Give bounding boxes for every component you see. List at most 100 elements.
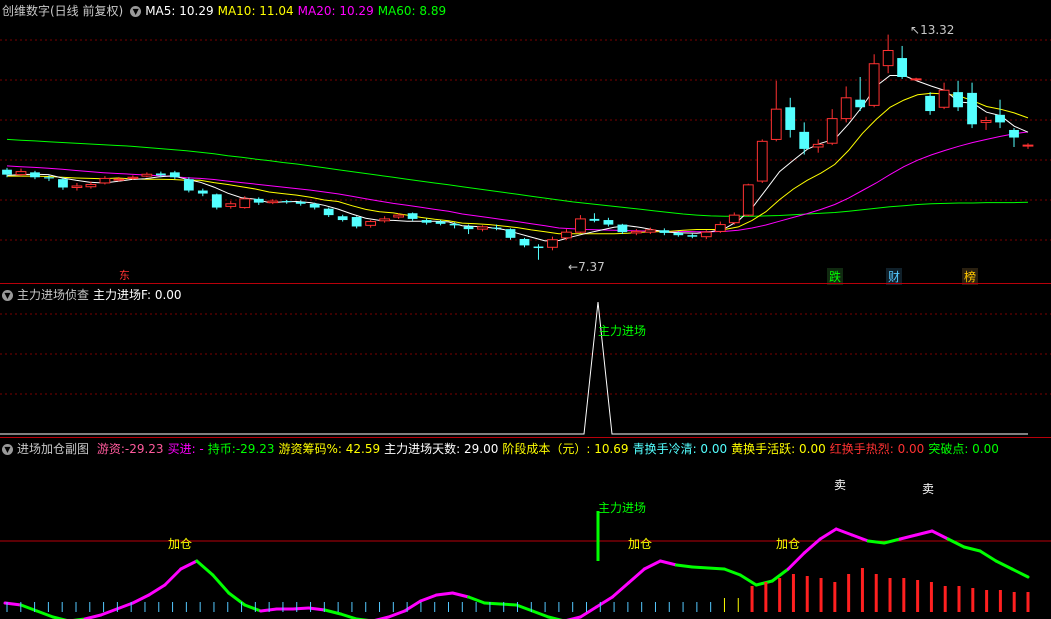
- trend-segment: [786, 551, 806, 571]
- main-kline-panel[interactable]: 创维数字(日线 前复权) ▼ MA5: 10.29 MA10: 11.04 MA20: …: [0, 0, 1051, 285]
- trend-segment: [914, 529, 934, 537]
- trend-segment: [578, 605, 598, 619]
- trend-segment: [722, 567, 742, 577]
- candle-down: [519, 238, 530, 246]
- trend-segment: [435, 591, 455, 597]
- candle-down: [169, 172, 180, 178]
- p3-value-5: 阶段成本（元）: 10.69: [502, 442, 629, 456]
- candle-down: [155, 173, 166, 176]
- trend-segment: [738, 573, 758, 587]
- trend-segment: [1010, 567, 1030, 579]
- candle-down: [351, 217, 362, 227]
- candle-down: [58, 179, 68, 188]
- event-marker-east[interactable]: 东: [119, 267, 130, 283]
- trend-segment: [690, 565, 710, 570]
- candle-up: [910, 78, 922, 81]
- candle-up: [127, 176, 139, 179]
- candle-down: [673, 232, 684, 236]
- candle-down: [855, 99, 866, 108]
- candle-down: [659, 230, 670, 233]
- ma60-line: [6, 138, 1029, 217]
- trend-segment: [147, 583, 167, 597]
- candle-down: [785, 107, 796, 130]
- trend-segment: [243, 603, 263, 613]
- signal-sell-2: 卖: [922, 482, 935, 496]
- trend-segment: [706, 566, 726, 571]
- signal-add-2: 加仓: [628, 537, 653, 551]
- p2-peak-label: 主力进场: [598, 324, 647, 338]
- add-position-chart[interactable]: [0, 438, 1051, 619]
- candle-down: [435, 221, 446, 224]
- candle-up: [561, 231, 572, 239]
- p3-value-8: 红换手热烈: 0.00: [829, 442, 925, 456]
- candle-down: [897, 58, 908, 77]
- candle-down: [253, 198, 264, 203]
- trend-segment: [818, 527, 838, 541]
- main-force-panel[interactable]: ▼ 主力进场侦查 主力进场F: 0.00 主力进场: [0, 284, 1051, 438]
- ma10-label: MA10: 11.04: [217, 4, 294, 18]
- collapse-icon[interactable]: ▼: [130, 6, 142, 17]
- candle-down: [44, 177, 54, 179]
- trend-segment: [499, 602, 518, 607]
- ma5-label: MA5: 10.29: [145, 4, 214, 18]
- kline-chart[interactable]: [0, 0, 1051, 284]
- candle-down: [211, 194, 222, 208]
- trend-segment: [610, 581, 630, 599]
- candle-down: [533, 246, 544, 249]
- trend-segment: [994, 559, 1014, 571]
- candle-up: [714, 224, 726, 232]
- p3-value-9: 突破点: 0.00: [928, 442, 999, 456]
- candle-down: [197, 190, 208, 194]
- trend-segment: [163, 567, 183, 587]
- candle-down: [799, 131, 810, 149]
- candle-down: [617, 224, 628, 233]
- trend-segment: [35, 609, 55, 619]
- candle-down: [953, 92, 963, 108]
- candle-down: [295, 201, 306, 204]
- candle-up: [1022, 144, 1034, 147]
- collapse-icon[interactable]: ▼: [2, 290, 13, 301]
- candle-up: [770, 108, 782, 140]
- trend-segment: [930, 529, 950, 541]
- p3-value-7: 黄换手活跃: 0.00: [731, 442, 826, 456]
- candle-up: [99, 177, 111, 184]
- candle-down: [1009, 129, 1019, 138]
- p3-indicator-name: 进场加仓副图: [17, 442, 90, 456]
- candle-up: [630, 230, 642, 234]
- candle-down: [505, 229, 516, 238]
- trend-segment: [451, 591, 471, 599]
- candle-up: [15, 171, 27, 176]
- signal-enter: 主力进场: [598, 501, 647, 515]
- trend-segment: [387, 609, 407, 619]
- candle-up: [868, 63, 880, 106]
- candle-down: [183, 179, 194, 191]
- trend-segment: [291, 606, 311, 611]
- candle-up: [742, 184, 754, 216]
- trend-segment: [131, 593, 151, 605]
- candle-down: [323, 208, 334, 216]
- candle-down: [337, 216, 348, 221]
- trend-segment: [83, 613, 103, 619]
- trend-segment: [530, 609, 550, 619]
- candle-down: [995, 114, 1005, 123]
- trend-segment: [866, 539, 886, 545]
- ma10-line: [7, 92, 1029, 235]
- candle-up: [477, 226, 488, 230]
- candle-down: [589, 218, 600, 221]
- add-position-panel[interactable]: ▼ 进场加仓副图 游资:-29.23 买进: - 持币:-29.23 游资筹码%: 42…: [0, 438, 1051, 619]
- ma20-line: [6, 131, 1029, 233]
- candle-up: [812, 143, 824, 148]
- ma20-label: MA20: 10.29: [297, 4, 374, 18]
- trend-segment: [515, 603, 534, 613]
- candle-up: [393, 214, 405, 218]
- candle-down: [491, 227, 502, 229]
- candle-up: [85, 183, 97, 188]
- trend-segment: [898, 533, 918, 541]
- p3-header: ▼ 进场加仓副图 游资:-29.23 买进: - 持币:-29.23 游资筹码%: 42…: [2, 442, 1003, 456]
- main-force-chart[interactable]: [0, 284, 1051, 438]
- trend-segment: [483, 601, 503, 606]
- p3-value-0: 游资:-29.23: [96, 442, 164, 456]
- collapse-icon[interactable]: ▼: [2, 444, 13, 455]
- p3-value-6: 青换手冷清: 0.00: [632, 442, 728, 456]
- candle-down: [407, 213, 418, 219]
